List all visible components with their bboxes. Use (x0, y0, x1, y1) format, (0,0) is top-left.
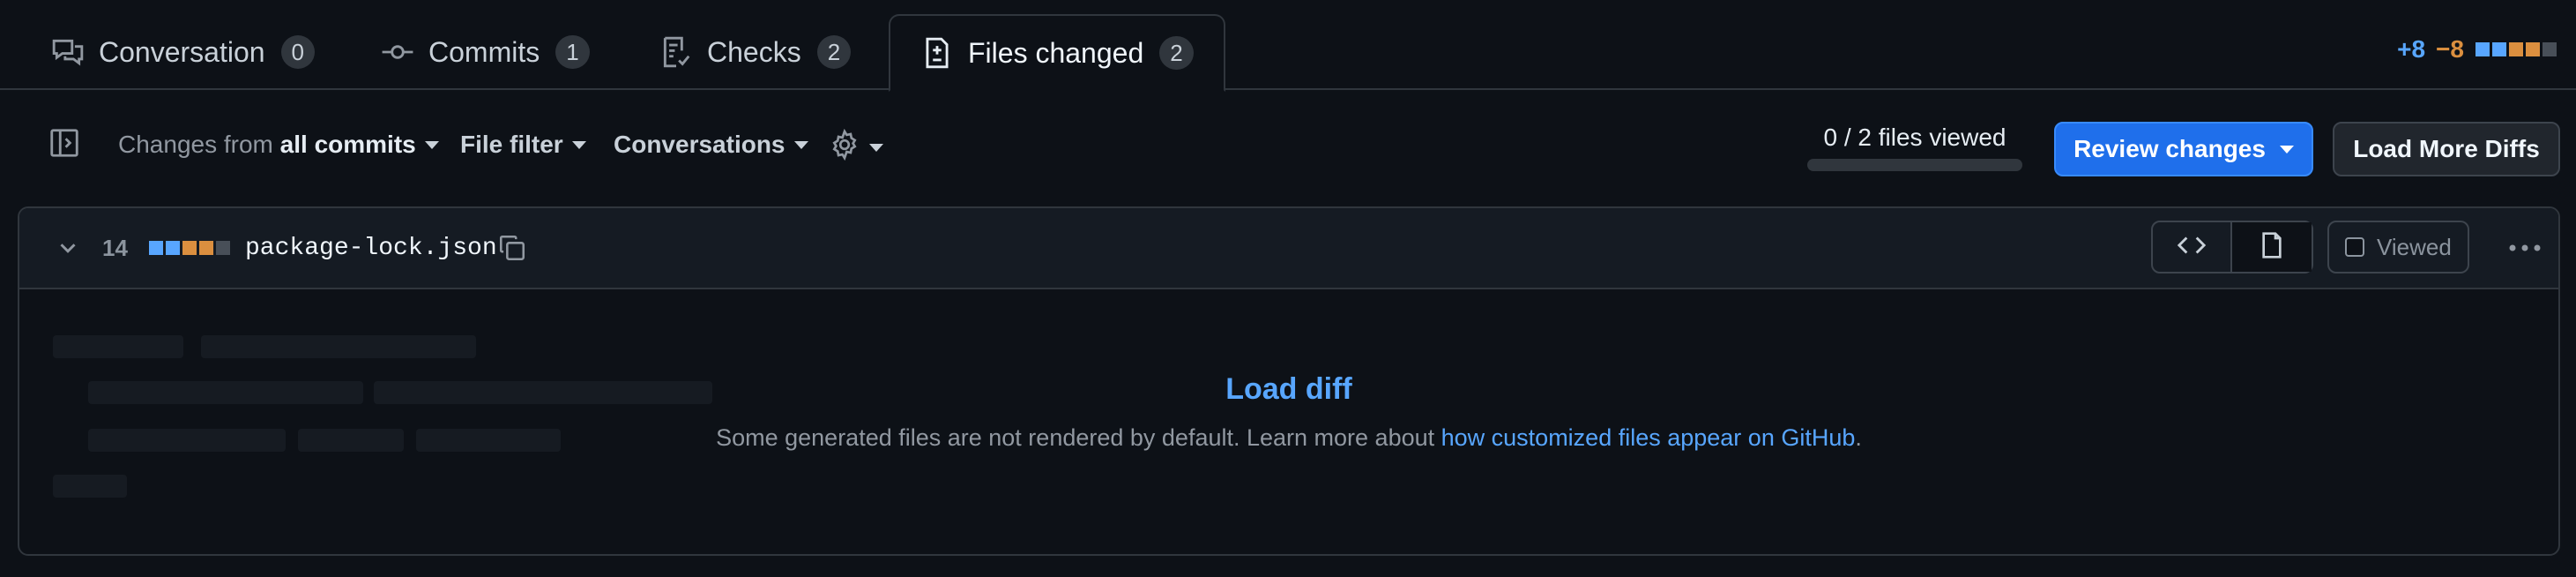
copy-icon[interactable] (497, 208, 527, 288)
comment-discussion-icon (51, 35, 85, 69)
tab-checks[interactable]: Checks 2 (659, 14, 852, 90)
diffstat-blocks (2473, 42, 2557, 56)
viewed-checkbox[interactable]: Viewed (2327, 221, 2469, 274)
files-toolbar: Changes from all commits File filter Con… (0, 90, 2576, 206)
changes-from-dropdown[interactable]: Changes from all commits (118, 131, 439, 159)
additions-count: +8 (2397, 35, 2426, 63)
file-diff-icon (920, 36, 954, 70)
code-view-button[interactable] (2153, 222, 2232, 272)
code-icon (2177, 230, 2207, 265)
tab-files-changed[interactable]: Files changed 2 (889, 14, 1225, 92)
conversations-label: Conversations (614, 131, 785, 158)
kebab-menu-icon[interactable] (2507, 208, 2542, 288)
tab-count: 2 (816, 35, 852, 69)
conversations-dropdown[interactable]: Conversations (614, 131, 808, 159)
view-mode-toggle (2151, 221, 2313, 274)
tab-commits[interactable]: Commits 1 (381, 14, 590, 90)
load-more-diffs-label: Load More Diffs (2353, 135, 2540, 162)
review-changes-label: Review changes (2073, 135, 2266, 162)
deletions-count: −8 (2436, 35, 2464, 63)
checkbox[interactable] (2345, 237, 2364, 257)
files-viewed-progress: 0 / 2 files viewed (1807, 124, 2022, 171)
file-changes-count: 14 (102, 234, 128, 261)
file-filter-dropdown[interactable]: File filter (460, 131, 586, 159)
review-changes-button[interactable]: Review changes (2054, 122, 2313, 176)
tab-label: Files changed (968, 36, 1144, 69)
generated-file-notice: Some generated files are not rendered by… (19, 424, 2558, 452)
notice-trailing: . (1855, 424, 1862, 451)
tab-label: Commits (428, 35, 540, 68)
diffstat: +8 −8 (2397, 35, 2557, 64)
chevron-down-icon (424, 140, 439, 149)
file-diffstat-blocks (146, 208, 230, 288)
tab-count: 1 (555, 35, 590, 69)
changes-from-prefix: Changes from (118, 131, 273, 158)
files-viewed-bar (1807, 159, 2022, 171)
tab-count: 2 (1159, 36, 1194, 70)
notice-text: Some generated files are not rendered by… (716, 424, 1441, 451)
load-more-diffs-button[interactable]: Load More Diffs (2333, 122, 2560, 176)
load-diff-link[interactable]: Load diff (19, 372, 2558, 407)
changes-from-value: all commits (279, 131, 416, 158)
tab-conversation[interactable]: Conversation 0 (51, 14, 316, 90)
file-header: 14 package-lock.json Viewed (19, 208, 2558, 289)
chevron-down-icon (869, 144, 883, 152)
tab-label: Conversation (99, 35, 265, 68)
viewed-label: Viewed (2377, 233, 2452, 260)
sidebar-toggle-icon[interactable] (48, 125, 81, 165)
rich-view-button[interactable] (2232, 222, 2312, 272)
file-name[interactable]: package-lock.json (245, 208, 497, 288)
chevron-down-icon (571, 140, 586, 149)
tab-count: 0 (280, 35, 316, 69)
collapse-chevron-icon[interactable] (55, 208, 81, 288)
pr-tab-bar: Conversation 0 Commits 1 Checks 2 Files … (0, 0, 2576, 92)
customized-files-link[interactable]: how customized files appear on GitHub (1441, 424, 1856, 451)
file-diff-container: 14 package-lock.json Viewed Load diff So… (18, 206, 2560, 556)
git-commit-icon (381, 35, 414, 69)
load-diff-panel: Load diff Some generated files are not r… (19, 372, 2558, 452)
chevron-down-icon (793, 140, 808, 149)
tab-label: Checks (707, 35, 801, 68)
file-filter-label: File filter (460, 131, 563, 158)
gear-icon (829, 128, 860, 167)
checklist-icon (659, 35, 693, 69)
file-icon (2258, 231, 2286, 264)
chevron-down-icon (2279, 145, 2294, 154)
diff-settings-dropdown[interactable] (829, 128, 883, 167)
files-viewed-text: 0 / 2 files viewed (1823, 124, 2006, 151)
